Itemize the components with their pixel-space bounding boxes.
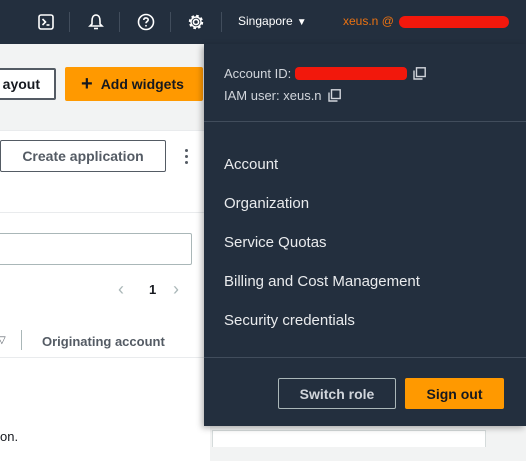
- sort-caret-icon[interactable]: ▽: [0, 335, 6, 346]
- menu-item-billing[interactable]: Billing and Cost Management: [224, 273, 420, 290]
- top-navigation-bar: Singapore ▼ xeus.n @: [0, 0, 526, 44]
- chevron-right-icon[interactable]: ›: [173, 279, 179, 300]
- menu-item-account[interactable]: Account: [224, 156, 278, 173]
- topbar-divider: [170, 12, 171, 32]
- copy-icon[interactable]: [327, 89, 341, 102]
- redacted-account: [399, 15, 510, 28]
- add-widgets-label: Add widgets: [100, 76, 184, 92]
- switch-role-label: Switch role: [299, 385, 375, 402]
- region-selector[interactable]: Singapore ▼: [238, 14, 307, 28]
- account-id-row: Account ID:: [224, 66, 427, 81]
- redacted-account-id: [295, 67, 408, 80]
- widget-panel: [212, 430, 486, 447]
- column-divider: [21, 330, 22, 350]
- menu-item-organization[interactable]: Organization: [224, 195, 309, 212]
- row-text: on.: [0, 429, 19, 444]
- divider: [0, 357, 210, 358]
- layout-button-label: ayout: [2, 76, 40, 92]
- column-header-originating-account[interactable]: Originating account: [42, 334, 165, 349]
- copy-icon[interactable]: [413, 67, 427, 80]
- page-number[interactable]: 1: [149, 282, 156, 297]
- divider: [204, 357, 526, 358]
- create-application-button[interactable]: Create application: [0, 140, 166, 172]
- topbar-divider: [119, 12, 120, 32]
- menu-item-service-quotas[interactable]: Service Quotas: [224, 234, 327, 251]
- iam-user-label: IAM user: xeus.n: [224, 88, 322, 103]
- account-id-label: Account ID:: [224, 66, 292, 81]
- sign-out-label: Sign out: [426, 385, 483, 402]
- notifications-icon[interactable]: [85, 11, 107, 33]
- create-application-label: Create application: [22, 148, 144, 164]
- cloudshell-icon[interactable]: [35, 11, 57, 33]
- layout-button[interactable]: ayout: [0, 68, 56, 100]
- plus-icon: +: [81, 73, 93, 95]
- filter-input[interactable]: [0, 233, 192, 265]
- account-menu-trigger[interactable]: xeus.n @: [343, 14, 510, 28]
- add-widgets-button[interactable]: + Add widgets: [65, 67, 203, 101]
- caret-down-icon: ▼: [296, 17, 307, 28]
- topbar-divider: [69, 12, 70, 32]
- switch-role-button[interactable]: Switch role: [278, 378, 396, 409]
- divider: [204, 121, 526, 122]
- sign-out-button[interactable]: Sign out: [405, 378, 504, 409]
- menu-item-security-credentials[interactable]: Security credentials: [224, 312, 355, 329]
- more-options-icon[interactable]: [180, 144, 192, 168]
- account-dropdown: Account ID: IAM user: xeus.n Account Org…: [204, 44, 526, 426]
- iam-user-row: IAM user: xeus.n: [224, 88, 341, 103]
- topbar-divider: [221, 12, 222, 32]
- user-label: xeus.n @: [343, 14, 394, 28]
- divider: [0, 212, 210, 213]
- help-icon[interactable]: [135, 11, 157, 33]
- region-label: Singapore: [238, 14, 293, 28]
- settings-icon[interactable]: [185, 11, 207, 33]
- chevron-left-icon[interactable]: ‹: [118, 279, 124, 300]
